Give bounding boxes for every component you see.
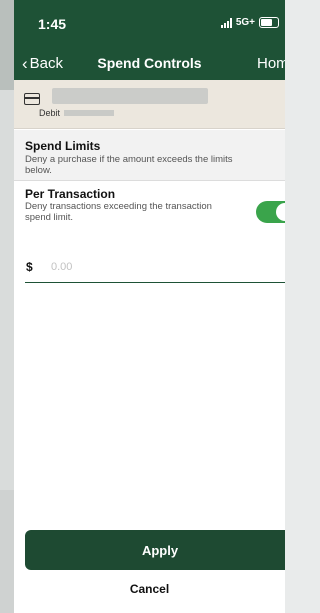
- credit-card-icon: [24, 93, 40, 105]
- nav-bar: ‹ Back Spend Controls Home: [14, 52, 285, 76]
- signal-icon: [220, 17, 232, 28]
- per-transaction-title: Per Transaction: [25, 187, 116, 201]
- spend-limits-section: Spend Limits Deny a purchase if the amou…: [14, 130, 285, 181]
- network-label: 5G+: [235, 17, 255, 28]
- amount-input[interactable]: [51, 257, 251, 277]
- per-transaction-toggle[interactable]: [256, 201, 285, 223]
- status-time: 1:45: [38, 16, 67, 32]
- spend-limits-description: Deny a purchase if the amount exceeds th…: [25, 154, 233, 176]
- card-type-label: Debit: [39, 108, 61, 118]
- cancel-button[interactable]: Cancel: [14, 582, 285, 602]
- page-title: Spend Controls: [97, 55, 202, 71]
- amount-field: $: [25, 256, 285, 283]
- card-number-redacted: [64, 110, 115, 116]
- card-type: Debit: [39, 108, 115, 118]
- apply-button[interactable]: Apply: [25, 530, 285, 570]
- card-name-redacted: [52, 88, 208, 104]
- spend-controls-sheet: 1:45 5G+ ‹ Back Spend Controls Home Debi…: [14, 0, 285, 613]
- status-icons: 5G+: [220, 17, 279, 28]
- currency-symbol: $: [26, 260, 33, 274]
- per-transaction-description: Deny transactions exceeding the transact…: [25, 201, 212, 223]
- spend-limits-title: Spend Limits: [25, 139, 101, 153]
- background-page-edge: [0, 0, 14, 613]
- battery-icon: [259, 17, 279, 28]
- home-button[interactable]: Home: [257, 55, 285, 72]
- header: 1:45 5G+ ‹ Back Spend Controls Home: [14, 0, 285, 80]
